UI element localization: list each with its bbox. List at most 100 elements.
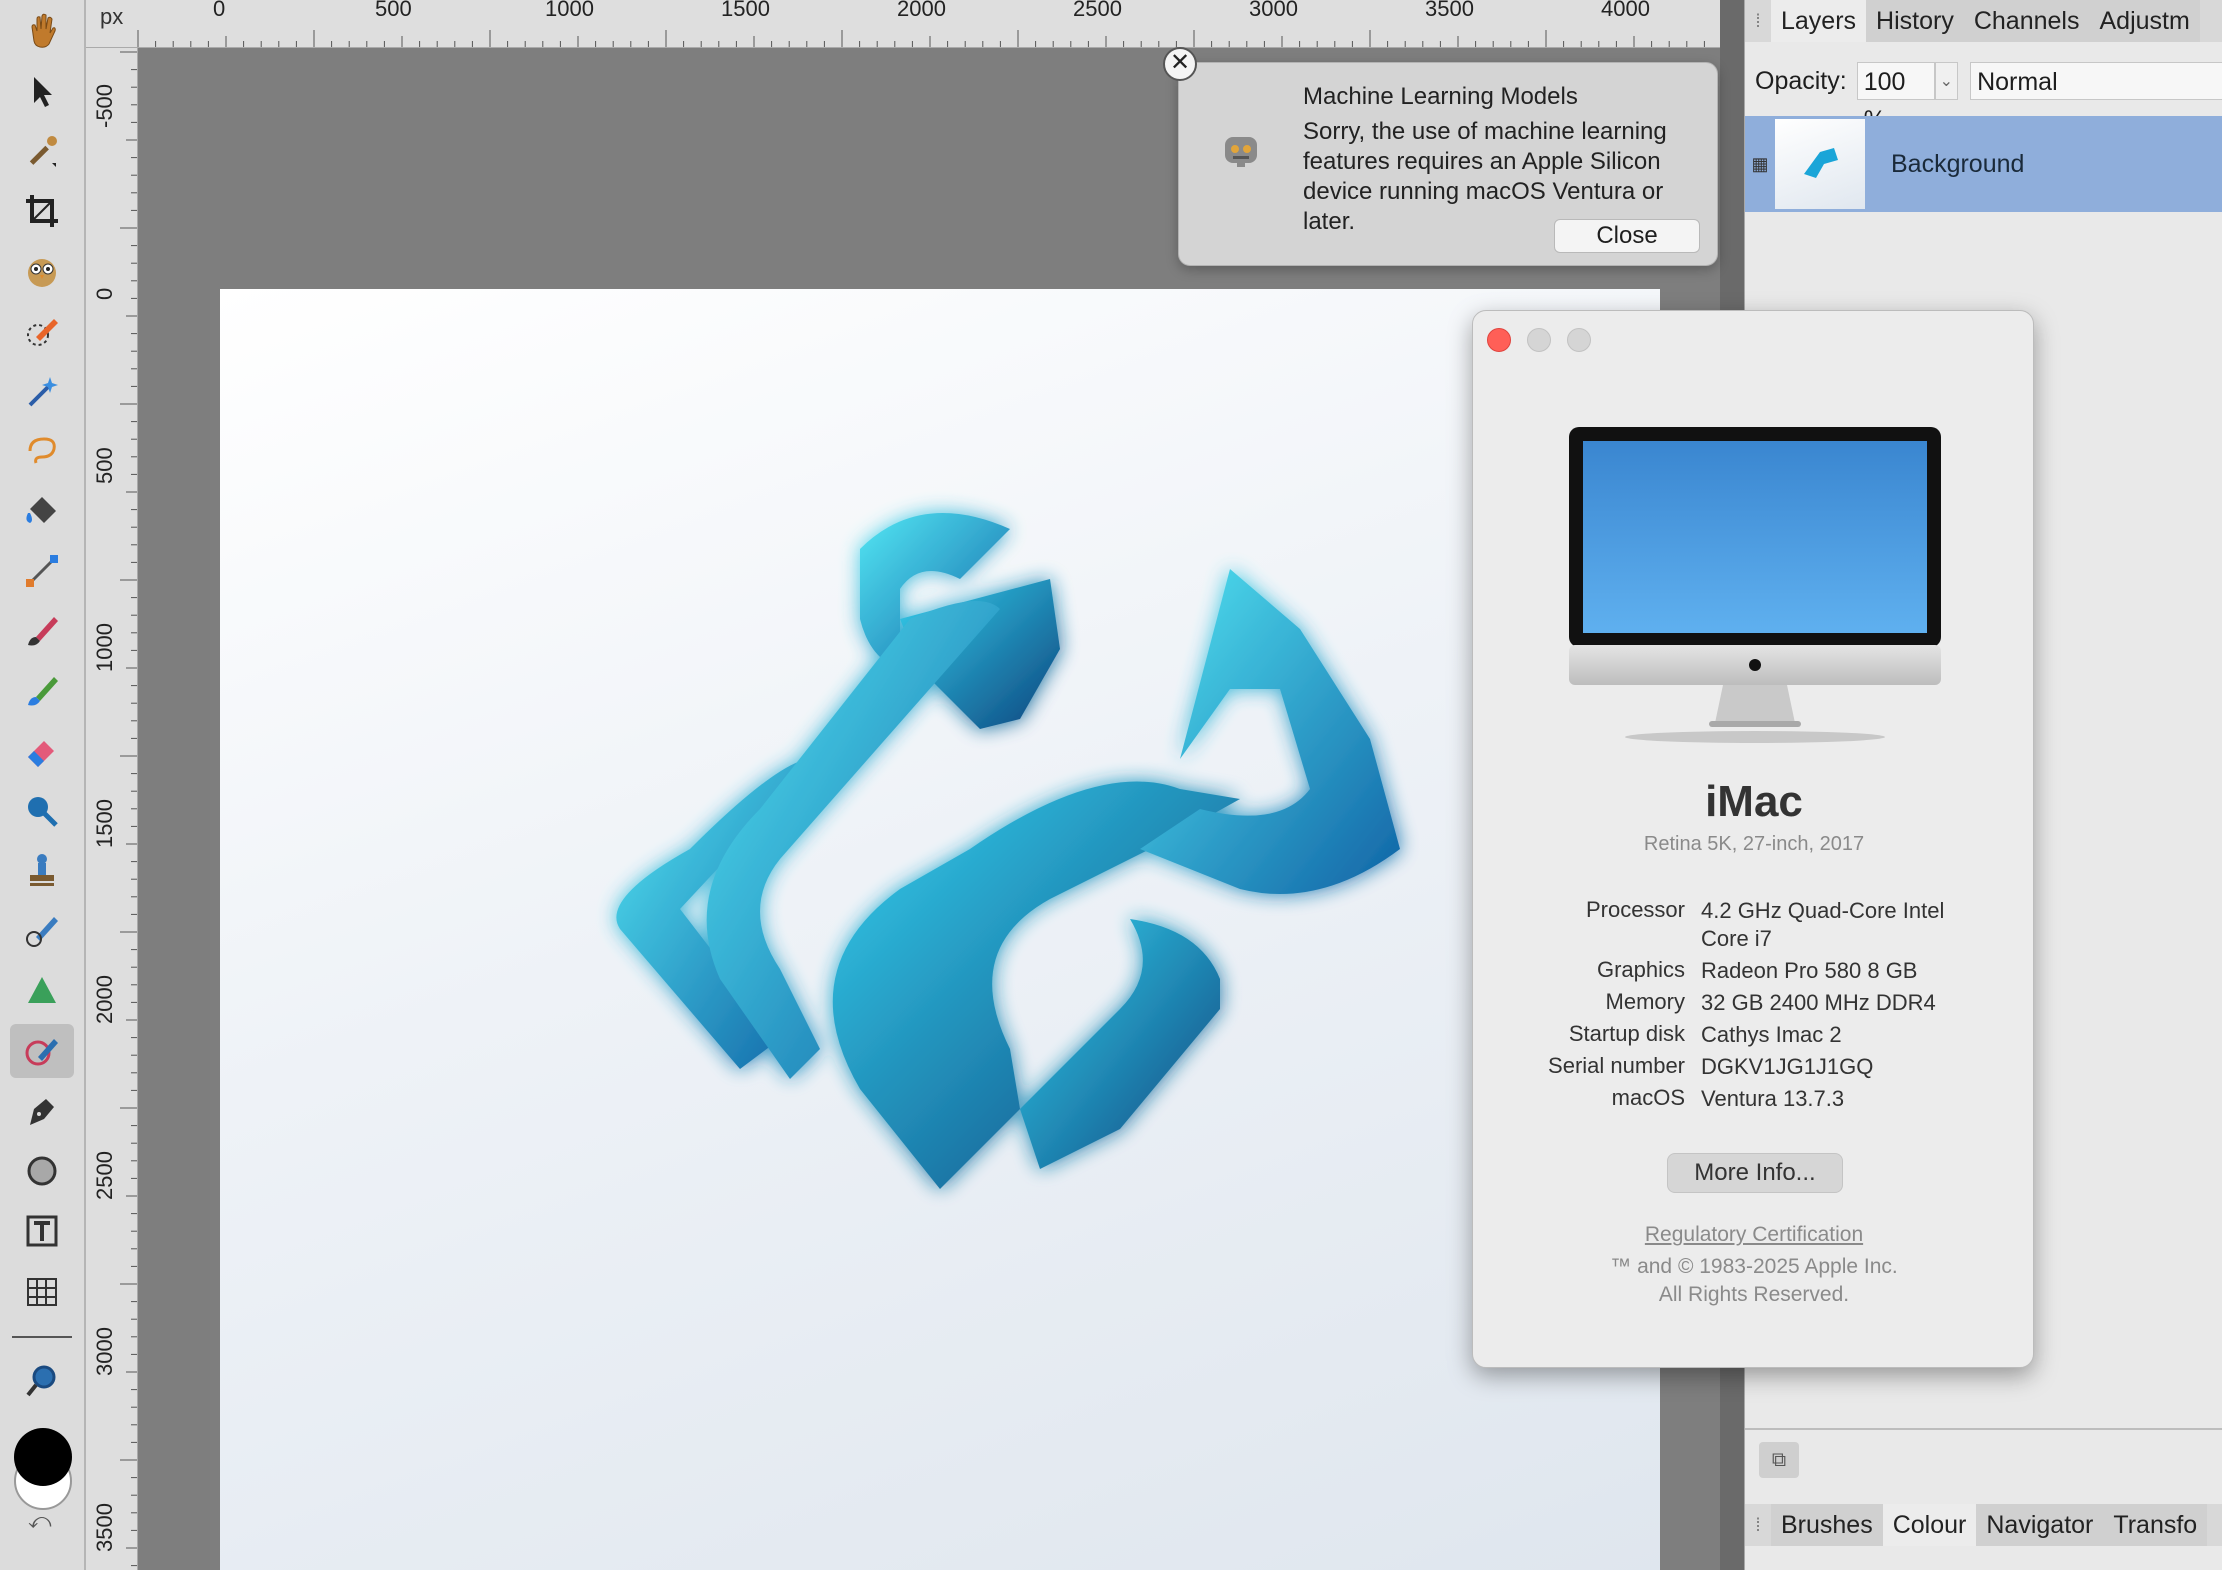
ruler-label: 0 [213, 0, 226, 21]
spec-key: macOS [1611, 1085, 1685, 1110]
ruler-label: 2000 [92, 975, 117, 1024]
tools-panel: ⤺ [0, 0, 86, 1570]
layer-row[interactable]: ▦ Background [1745, 116, 2222, 212]
selection-brush-owl-icon [28, 259, 56, 287]
ruler-label: 2500 [92, 1151, 117, 1200]
spec-key: Processor [1585, 897, 1685, 922]
tab-adjustments[interactable]: Adjustm [2089, 0, 2200, 42]
gradient-tool-icon [26, 555, 58, 587]
imac-illustration [1569, 427, 1941, 743]
tool-crop[interactable] [10, 184, 74, 238]
swap-colors-icon[interactable]: ⤺ [28, 1508, 52, 1534]
ruler-label: 500 [375, 0, 412, 21]
tab-navigator[interactable]: Navigator [1976, 1504, 2104, 1546]
toolbar-divider [12, 1336, 72, 1338]
tool-move[interactable] [10, 64, 74, 118]
more-info-button[interactable]: More Info... [1667, 1153, 1843, 1193]
tool-sharpen-brush[interactable] [10, 964, 74, 1018]
copyright-line: All Rights Reserved. [1658, 1283, 1850, 1306]
primary-color-swatch[interactable] [14, 1428, 72, 1486]
ruler-label: 1000 [92, 623, 117, 672]
tool-zoom[interactable] [10, 1354, 74, 1408]
tool-paint-brush[interactable] [10, 604, 74, 658]
spec-key: Memory [1605, 989, 1685, 1014]
color-replacement-tool-icon [28, 677, 58, 706]
panel-grip-icon[interactable]: ⁞ [1745, 11, 1771, 32]
tool-flood-fill[interactable] [10, 484, 74, 538]
opacity-input[interactable]: 100 % [1856, 62, 1935, 134]
document-canvas[interactable] [220, 289, 1660, 1570]
sharpen-brush-tool-icon [28, 977, 56, 1003]
tool-selection-owl[interactable] [10, 244, 74, 298]
freehand-selection-tool-icon [28, 437, 56, 464]
tool-gradient[interactable] [10, 544, 74, 598]
tab-layers[interactable]: Layers [1771, 0, 1867, 42]
spec-value: DGKV1JG1J1GQ [1701, 1054, 1874, 1079]
window-minimize-button[interactable] [1527, 328, 1551, 352]
tool-selection-brush[interactable] [10, 304, 74, 358]
tool-color-replacement[interactable] [10, 664, 74, 718]
tool-ellipse[interactable] [10, 1144, 74, 1198]
panel-grip-icon[interactable]: ⁞ [1745, 1515, 1771, 1536]
copyright-line: ™ and © 1983-2025 Apple Inc. [1610, 1255, 1898, 1278]
window-close-button[interactable] [1487, 328, 1511, 352]
ruler-label: 1000 [545, 0, 594, 21]
spec-value: Ventura 13.7.3 [1701, 1086, 1845, 1111]
spec-value: Radeon Pro 580 8 GB [1701, 958, 1918, 983]
about-this-mac-window: iMac Retina 5K, 27-inch, 2017 Processor … [1472, 310, 2034, 1368]
layers-tabbar: ⁞ Layers History Channels Adjustm [1745, 0, 2222, 42]
ruler-label: 3500 [1425, 0, 1474, 21]
window-zoom-button[interactable] [1567, 328, 1591, 352]
tool-freehand-selection[interactable] [10, 424, 74, 478]
tab-brushes[interactable]: Brushes [1771, 1504, 1883, 1546]
tool-erase-brush[interactable] [10, 724, 74, 778]
tab-transform[interactable]: Transfo [2103, 1504, 2208, 1546]
paint-brush-tool-icon [28, 617, 58, 646]
ruler-label: 3000 [92, 1327, 117, 1376]
tab-colour[interactable]: Colour [1882, 1504, 1977, 1546]
tool-inpainting-brush[interactable] [10, 1024, 74, 1078]
tool-color-picker[interactable] [10, 124, 74, 178]
view-hand-tool-icon [31, 13, 56, 48]
tool-flood-select[interactable] [10, 364, 74, 418]
ruler-label: 1500 [92, 799, 117, 848]
tool-view-hand[interactable] [10, 4, 74, 58]
robot-icon [1225, 137, 1257, 167]
notification-close-button[interactable]: Close [1554, 219, 1700, 253]
tool-mesh-warp[interactable] [10, 1264, 74, 1318]
tool-pen[interactable] [10, 1084, 74, 1138]
layer-checker-icon: ▦ [1751, 153, 1769, 174]
ellipse-tool-icon [27, 1156, 57, 1186]
mac-model-subtitle: Retina 5K, 27-inch, 2017 [1643, 833, 1865, 855]
tool-artistic-text[interactable] [10, 1204, 74, 1258]
mesh-warp-tool-icon [27, 1278, 57, 1306]
mac-model-name: iMac [1705, 777, 1803, 826]
panel-divider [1745, 1428, 2222, 1430]
flood-select-tool-icon [28, 377, 58, 407]
spec-key: Graphics [1596, 957, 1685, 982]
ruler-label: 2000 [897, 0, 946, 21]
flexing-figure-artwork [616, 513, 1400, 1189]
opacity-label: Opacity: [1755, 66, 1847, 95]
tab-history[interactable]: History [1866, 0, 1964, 42]
regulatory-certification-link[interactable]: Regulatory Certification [1473, 1223, 2035, 1247]
tool-dodge-brush[interactable] [10, 784, 74, 838]
ruler-unit: px [100, 4, 124, 29]
crop-tool-icon [26, 195, 58, 227]
layer-name[interactable]: Background [1891, 150, 2024, 179]
tab-channels[interactable]: Channels [1963, 0, 2090, 42]
ruler-label: -500 [92, 83, 117, 128]
flood-fill-tool-icon [26, 497, 56, 523]
notification-dismiss-icon[interactable]: ✕ [1163, 47, 1197, 81]
blend-mode-select[interactable]: Normal [1970, 62, 2222, 100]
pen-tool-icon [30, 1099, 54, 1125]
opacity-row: Opacity: 100 % ⌄ Normal [1745, 56, 2222, 134]
spec-key: Serial number [1548, 1053, 1685, 1078]
clone-brush-tool-icon [30, 854, 54, 886]
ruler-label: 4000 [1601, 0, 1650, 21]
tool-clone-brush[interactable] [10, 844, 74, 898]
layers-stack-icon[interactable]: ⧉ [1759, 1442, 1799, 1478]
selection-brush-tool-icon [27, 319, 58, 346]
opacity-dropdown-icon[interactable]: ⌄ [1934, 62, 1959, 100]
tool-blemish-removal[interactable] [10, 904, 74, 958]
